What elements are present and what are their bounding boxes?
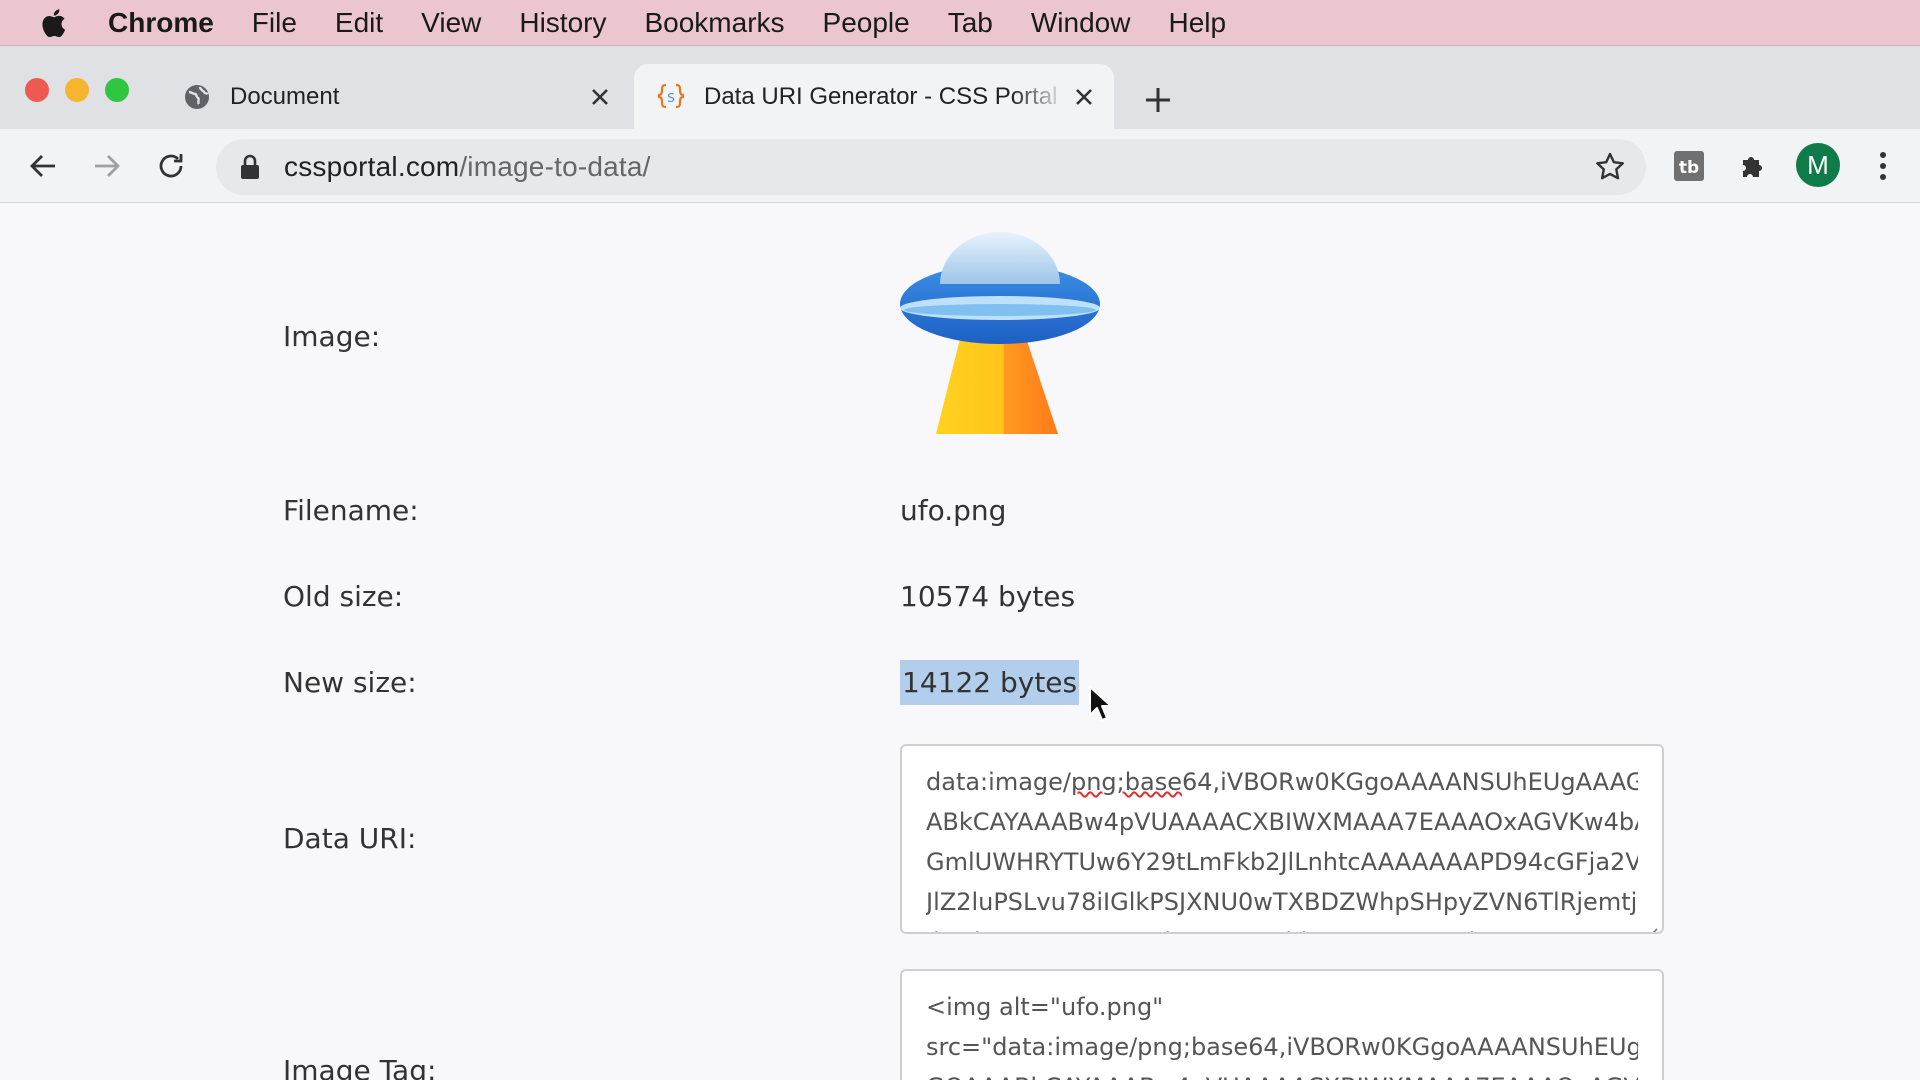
textarea-line: <img alt="ufo.png"	[926, 993, 1164, 1021]
css-portal-icon: S	[656, 82, 686, 112]
text-prefix: data:image/	[926, 768, 1071, 796]
textarea-line: IkO/hpnyRHutXsOmbHWH3RabhGraupaFBQ4kzZ3x…	[926, 922, 1638, 932]
textarea-line: GmlUWHRYTUw6Y29tLmFkb2JlLnhtcAAAAAAAPD94…	[926, 848, 1638, 876]
menu-window[interactable]: Window	[1031, 7, 1131, 39]
new-size-label: New size:	[283, 666, 417, 699]
page-content: Image: Filename: ufo.png Old size: 10574…	[0, 204, 1920, 1080]
data-uri-label: Data URI:	[283, 822, 417, 855]
back-icon[interactable]	[24, 147, 62, 185]
misspelled-word: png;base	[1070, 768, 1182, 796]
extensions-puzzle-icon[interactable]	[1734, 147, 1772, 185]
bookmark-star-icon[interactable]	[1594, 151, 1626, 183]
tab-data-uri-generator[interactable]: S Data URI Generator - CSS Portal	[634, 64, 1114, 130]
menu-people[interactable]: People	[823, 7, 910, 39]
textarea-line: JlZ2luPSLvu78iIGlkPSJXNU0wTXBDZWhpSHpyZV…	[926, 888, 1638, 916]
svg-text:S: S	[667, 91, 675, 105]
close-window-button[interactable]	[25, 78, 49, 102]
more-menu-icon[interactable]	[1864, 147, 1902, 185]
url-path: /image-to-data/	[459, 151, 651, 182]
new-tab-icon[interactable]	[1140, 82, 1176, 118]
tab-document[interactable]: Document	[160, 64, 630, 130]
url-host: cssportal.com	[284, 151, 460, 182]
image-label: Image:	[283, 320, 381, 353]
forward-icon[interactable]	[88, 147, 126, 185]
data-uri-textarea[interactable]: data:image/png;base64,iVBORw0KGgoAAAANSU…	[900, 744, 1664, 934]
menu-chrome[interactable]: Chrome	[108, 7, 214, 39]
filename-label: Filename:	[283, 494, 419, 527]
macos-menu-bar: Chrome File Edit View History Bookmarks …	[0, 0, 1920, 45]
tab-title: Document	[230, 83, 340, 110]
textarea-line: data:image/png;base64,iVBORw0KGgoAAAANSU…	[926, 762, 1638, 802]
textarea-line: src="data:image/png;base64,iVBORw0KGgoAA…	[926, 1033, 1638, 1061]
browser-toolbar: cssportal.com/image-to-data/ tb M	[0, 129, 1920, 203]
resize-handle-icon[interactable]	[1642, 912, 1658, 932]
address-bar[interactable]: cssportal.com/image-to-data/	[216, 139, 1646, 195]
selected-text: 14122 bytes	[900, 660, 1080, 705]
tb-extension-icon[interactable]: tb	[1670, 147, 1708, 185]
textarea-line: GQAAABkCAYAAABw4pVUAAAACXBIWXMAAA7EAAAOx…	[926, 1067, 1638, 1080]
menu-file[interactable]: File	[252, 7, 297, 39]
url-text: cssportal.com/image-to-data/	[284, 151, 651, 183]
lock-icon[interactable]	[240, 153, 264, 181]
minimize-window-button[interactable]	[65, 78, 89, 102]
menu-view[interactable]: View	[421, 7, 481, 39]
tab-title: Data URI Generator - CSS Portal	[704, 83, 1058, 110]
close-tab-icon[interactable]	[582, 79, 618, 115]
svg-text:tb: tb	[1679, 158, 1699, 178]
text-suffix: 64,iVBORw0KGgoAAAANSUhEUgAAAGQAA	[1181, 768, 1638, 796]
old-size-value: 10574 bytes	[900, 580, 1076, 613]
close-tab-icon[interactable]	[1066, 79, 1102, 115]
mouse-pointer-icon	[1088, 685, 1114, 723]
maximize-window-button[interactable]	[105, 78, 129, 102]
ufo-image	[896, 232, 1106, 442]
new-size-value: 14122 bytes	[900, 660, 1080, 705]
menu-tab[interactable]: Tab	[948, 7, 993, 39]
apple-icon[interactable]	[40, 7, 70, 39]
tab-strip: Document S Data URI Generator - CSS Port…	[0, 45, 1920, 130]
menu-history[interactable]: History	[519, 7, 606, 39]
filename-value: ufo.png	[900, 494, 1007, 527]
menu-edit[interactable]: Edit	[335, 7, 383, 39]
menu-help[interactable]: Help	[1168, 7, 1226, 39]
textarea-line: ABkCAYAAABw4pVUAAAACXBIWXMAAA7EAAAOxAGVK…	[926, 808, 1638, 836]
menu-bookmarks[interactable]: Bookmarks	[644, 7, 784, 39]
image-tag-label: Image Tag:	[283, 1054, 437, 1080]
old-size-label: Old size:	[283, 580, 404, 613]
image-tag-textarea[interactable]: <img alt="ufo.png" src="data:image/png;b…	[900, 969, 1664, 1080]
reload-icon[interactable]	[152, 147, 190, 185]
profile-avatar[interactable]: M	[1796, 143, 1840, 187]
globe-icon	[182, 82, 212, 112]
